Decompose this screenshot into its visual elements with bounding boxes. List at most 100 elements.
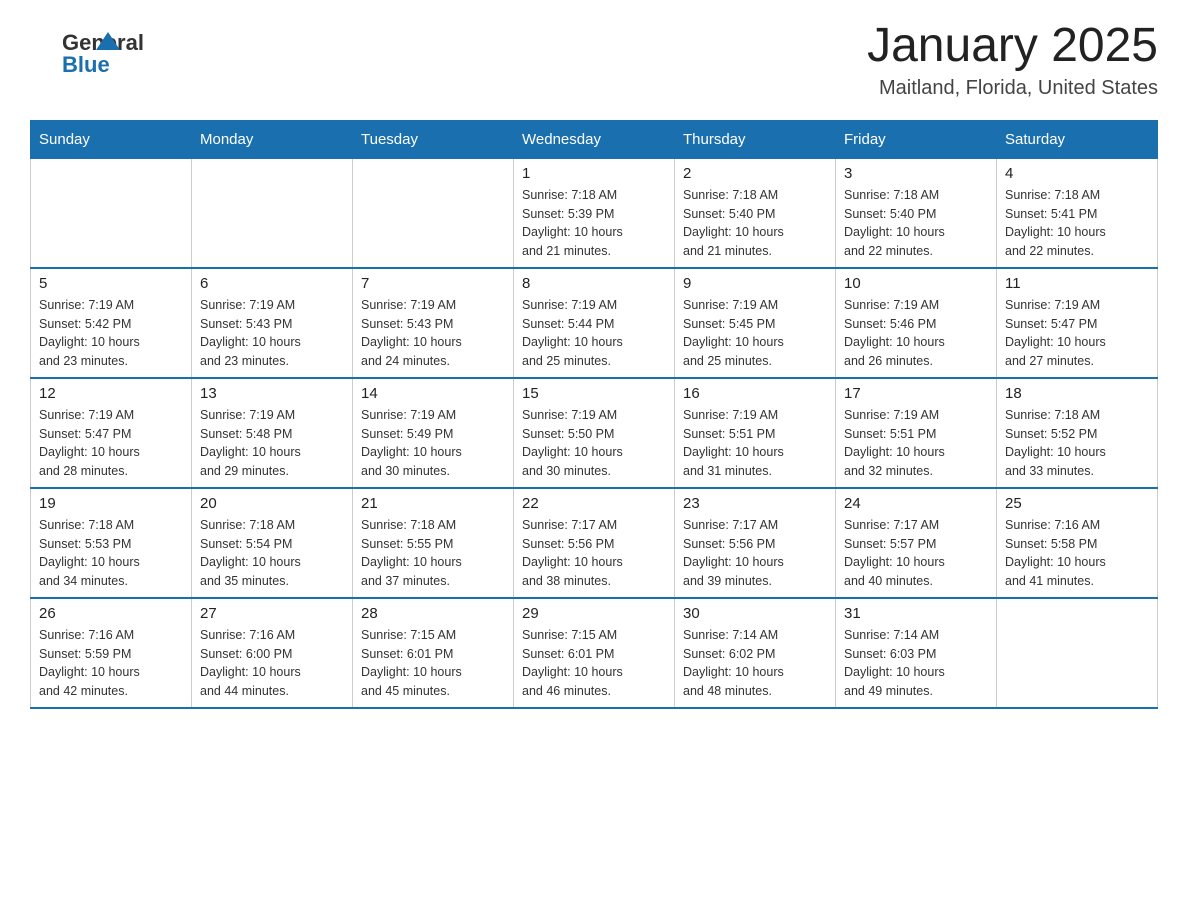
day-info: Sunrise: 7:15 AM Sunset: 6:01 PM Dayligh… <box>522 626 666 701</box>
day-number: 9 <box>683 275 827 292</box>
svg-text:Blue: Blue <box>62 52 110 77</box>
day-info: Sunrise: 7:18 AM Sunset: 5:53 PM Dayligh… <box>39 516 183 591</box>
calendar-cell: 7Sunrise: 7:19 AM Sunset: 5:43 PM Daylig… <box>353 268 514 378</box>
day-number: 13 <box>200 385 344 402</box>
day-info: Sunrise: 7:17 AM Sunset: 5:57 PM Dayligh… <box>844 516 988 591</box>
calendar-cell: 4 Sunrise: 7:18 AM Sunset: 5:41 PM Daylig… <box>997 158 1158 268</box>
day-number: 16 <box>683 385 827 402</box>
day-number: 23 <box>683 495 827 512</box>
day-number: 19 <box>39 495 183 512</box>
day-number: 31 <box>844 605 988 622</box>
day-number: 26 <box>39 605 183 622</box>
calendar-week-row: 26 Sunrise: 7:16 AM Sunset: 5:59 PM Dayli… <box>31 598 1158 708</box>
calendar-cell: 9Sunrise: 7:19 AM Sunset: 5:45 PM Daylig… <box>675 268 836 378</box>
calendar-cell: 18 Sunrise: 7:18 AM Sunset: 5:52 PM Dayli… <box>997 378 1158 488</box>
calendar-cell: 19 Sunrise: 7:18 AM Sunset: 5:53 PM Dayli… <box>31 488 192 598</box>
calendar-week-row: 5 Sunrise: 7:19 AM Sunset: 5:42 PM Daylig… <box>31 268 1158 378</box>
day-info: Sunrise: 7:18 AM Sunset: 5:40 PM Dayligh… <box>844 186 988 261</box>
calendar-cell: 17Sunrise: 7:19 AM Sunset: 5:51 PM Dayli… <box>836 378 997 488</box>
calendar-cell: 1 Sunrise: 7:18 AM Sunset: 5:39 PM Daylig… <box>514 158 675 268</box>
calendar-cell <box>997 598 1158 708</box>
day-number: 2 <box>683 165 827 182</box>
day-number: 18 <box>1005 385 1149 402</box>
day-number: 24 <box>844 495 988 512</box>
calendar-cell: 10 Sunrise: 7:19 AM Sunset: 5:46 PM Dayli… <box>836 268 997 378</box>
day-info: Sunrise: 7:17 AM Sunset: 5:56 PM Dayligh… <box>522 516 666 591</box>
day-info: Sunrise: 7:18 AM Sunset: 5:39 PM Dayligh… <box>522 186 666 261</box>
calendar-cell: 30Sunrise: 7:14 AM Sunset: 6:02 PM Dayli… <box>675 598 836 708</box>
day-number: 22 <box>522 495 666 512</box>
day-number: 25 <box>1005 495 1149 512</box>
calendar-cell: 12Sunrise: 7:19 AM Sunset: 5:47 PM Dayli… <box>31 378 192 488</box>
day-info: Sunrise: 7:19 AM Sunset: 5:47 PM Dayligh… <box>1005 296 1149 371</box>
column-header-monday: Monday <box>192 120 353 158</box>
day-number: 15 <box>522 385 666 402</box>
calendar-cell: 27 Sunrise: 7:16 AM Sunset: 6:00 PM Dayli… <box>192 598 353 708</box>
day-info: Sunrise: 7:19 AM Sunset: 5:46 PM Dayligh… <box>844 296 988 371</box>
day-number: 4 <box>1005 165 1149 182</box>
day-info: Sunrise: 7:19 AM Sunset: 5:49 PM Dayligh… <box>361 406 505 481</box>
day-info: Sunrise: 7:14 AM Sunset: 6:03 PM Dayligh… <box>844 626 988 701</box>
day-number: 29 <box>522 605 666 622</box>
day-number: 5 <box>39 275 183 292</box>
calendar-cell: 23 Sunrise: 7:17 AM Sunset: 5:56 PM Dayli… <box>675 488 836 598</box>
logo: General Blue <box>30 20 150 77</box>
day-info: Sunrise: 7:19 AM Sunset: 5:43 PM Dayligh… <box>200 296 344 371</box>
day-number: 6 <box>200 275 344 292</box>
page-header: General Blue January 2025 Maitland, Flor… <box>30 20 1158 100</box>
calendar-cell: 14 Sunrise: 7:19 AM Sunset: 5:49 PM Dayli… <box>353 378 514 488</box>
column-header-friday: Friday <box>836 120 997 158</box>
calendar-cell: 25 Sunrise: 7:16 AM Sunset: 5:58 PM Dayli… <box>997 488 1158 598</box>
calendar-cell: 3 Sunrise: 7:18 AM Sunset: 5:40 PM Daylig… <box>836 158 997 268</box>
day-number: 1 <box>522 165 666 182</box>
calendar-table: SundayMondayTuesdayWednesdayThursdayFrid… <box>30 120 1158 709</box>
day-info: Sunrise: 7:18 AM Sunset: 5:54 PM Dayligh… <box>200 516 344 591</box>
calendar-header-row: SundayMondayTuesdayWednesdayThursdayFrid… <box>31 120 1158 158</box>
day-info: Sunrise: 7:18 AM Sunset: 5:41 PM Dayligh… <box>1005 186 1149 261</box>
location-title: Maitland, Florida, United States <box>867 77 1158 100</box>
day-info: Sunrise: 7:19 AM Sunset: 5:43 PM Dayligh… <box>361 296 505 371</box>
day-info: Sunrise: 7:17 AM Sunset: 5:56 PM Dayligh… <box>683 516 827 591</box>
calendar-cell: 16 Sunrise: 7:19 AM Sunset: 5:51 PM Dayli… <box>675 378 836 488</box>
day-info: Sunrise: 7:19 AM Sunset: 5:44 PM Dayligh… <box>522 296 666 371</box>
day-info: Sunrise: 7:19 AM Sunset: 5:47 PM Dayligh… <box>39 406 183 481</box>
day-number: 8 <box>522 275 666 292</box>
day-info: Sunrise: 7:18 AM Sunset: 5:55 PM Dayligh… <box>361 516 505 591</box>
month-title: January 2025 <box>867 20 1158 73</box>
calendar-cell: 2Sunrise: 7:18 AM Sunset: 5:40 PM Daylig… <box>675 158 836 268</box>
title-block: January 2025 Maitland, Florida, United S… <box>867 20 1158 100</box>
day-info: Sunrise: 7:19 AM Sunset: 5:42 PM Dayligh… <box>39 296 183 371</box>
calendar-week-row: 1 Sunrise: 7:18 AM Sunset: 5:39 PM Daylig… <box>31 158 1158 268</box>
calendar-cell: 6 Sunrise: 7:19 AM Sunset: 5:43 PM Daylig… <box>192 268 353 378</box>
day-number: 3 <box>844 165 988 182</box>
day-info: Sunrise: 7:16 AM Sunset: 5:59 PM Dayligh… <box>39 626 183 701</box>
calendar-cell: 31 Sunrise: 7:14 AM Sunset: 6:03 PM Dayli… <box>836 598 997 708</box>
day-number: 27 <box>200 605 344 622</box>
calendar-cell: 8 Sunrise: 7:19 AM Sunset: 5:44 PM Daylig… <box>514 268 675 378</box>
column-header-saturday: Saturday <box>997 120 1158 158</box>
day-number: 21 <box>361 495 505 512</box>
column-header-wednesday: Wednesday <box>514 120 675 158</box>
calendar-cell <box>353 158 514 268</box>
column-header-tuesday: Tuesday <box>353 120 514 158</box>
logo-icon: General Blue <box>30 22 150 77</box>
day-info: Sunrise: 7:16 AM Sunset: 6:00 PM Dayligh… <box>200 626 344 701</box>
calendar-cell <box>192 158 353 268</box>
day-number: 11 <box>1005 275 1149 292</box>
day-number: 14 <box>361 385 505 402</box>
day-info: Sunrise: 7:16 AM Sunset: 5:58 PM Dayligh… <box>1005 516 1149 591</box>
day-info: Sunrise: 7:18 AM Sunset: 5:52 PM Dayligh… <box>1005 406 1149 481</box>
calendar-week-row: 12Sunrise: 7:19 AM Sunset: 5:47 PM Dayli… <box>31 378 1158 488</box>
calendar-cell: 29 Sunrise: 7:15 AM Sunset: 6:01 PM Dayli… <box>514 598 675 708</box>
day-number: 28 <box>361 605 505 622</box>
calendar-cell: 15Sunrise: 7:19 AM Sunset: 5:50 PM Dayli… <box>514 378 675 488</box>
day-number: 30 <box>683 605 827 622</box>
calendar-cell: 22 Sunrise: 7:17 AM Sunset: 5:56 PM Dayli… <box>514 488 675 598</box>
column-header-thursday: Thursday <box>675 120 836 158</box>
day-number: 10 <box>844 275 988 292</box>
calendar-cell: 21 Sunrise: 7:18 AM Sunset: 5:55 PM Dayli… <box>353 488 514 598</box>
calendar-cell: 26 Sunrise: 7:16 AM Sunset: 5:59 PM Dayli… <box>31 598 192 708</box>
calendar-cell: 13Sunrise: 7:19 AM Sunset: 5:48 PM Dayli… <box>192 378 353 488</box>
calendar-week-row: 19 Sunrise: 7:18 AM Sunset: 5:53 PM Dayli… <box>31 488 1158 598</box>
day-info: Sunrise: 7:19 AM Sunset: 5:51 PM Dayligh… <box>683 406 827 481</box>
